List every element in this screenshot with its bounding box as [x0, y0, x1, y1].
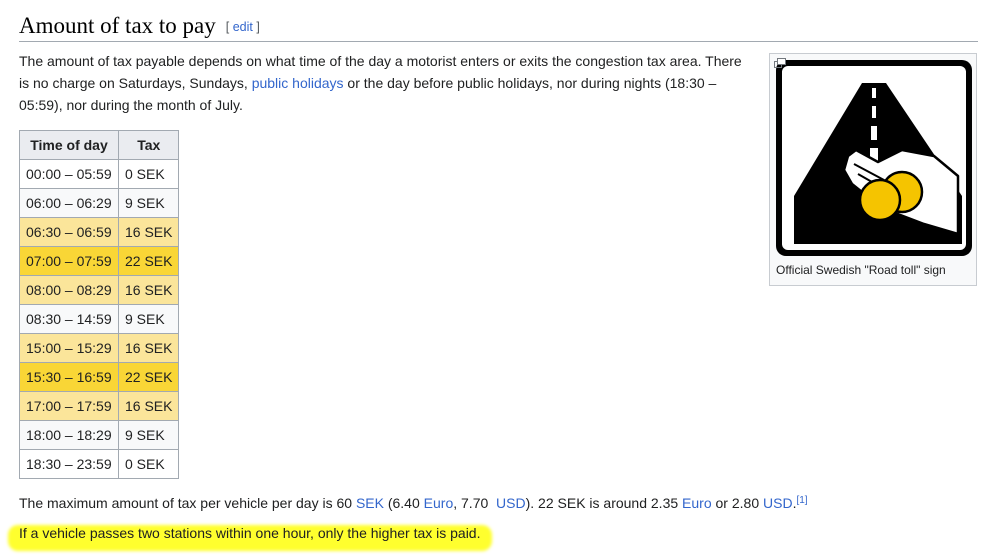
- table-row: 08:30 – 14:59 9 SEK: [19, 304, 180, 334]
- section-heading: Amount of tax to pay [ edit ]: [19, 12, 978, 42]
- tax-cell: 16 SEK: [117, 275, 180, 305]
- edit-link[interactable]: edit: [233, 20, 253, 34]
- max-tax-paragraph: The maximum amount of tax per vehicle pe…: [19, 492, 969, 514]
- euro-link[interactable]: Euro: [424, 495, 454, 511]
- table-row: 17:00 – 17:59 16 SEK: [19, 391, 180, 421]
- time-cell: 15:00 – 15:29: [19, 333, 119, 363]
- road-toll-figure: Official Swedish "Road toll" sign: [769, 53, 977, 286]
- time-cell: 00:00 – 05:59: [19, 159, 119, 189]
- reference-link[interactable]: [1]: [796, 495, 807, 506]
- table-row: 18:00 – 18:29 9 SEK: [19, 420, 180, 450]
- euro-link-2[interactable]: Euro: [682, 495, 712, 511]
- table-row: 06:00 – 06:29 9 SEK: [19, 188, 180, 218]
- time-cell: 15:30 – 16:59: [19, 362, 119, 392]
- para2-text: (6.40: [383, 495, 424, 511]
- time-cell: 06:30 – 06:59: [19, 217, 119, 247]
- time-cell: 07:00 – 07:59: [19, 246, 119, 276]
- intro-paragraph: The amount of tax payable depends on wha…: [19, 50, 747, 116]
- tax-cell: 9 SEK: [117, 304, 180, 334]
- time-cell: 18:00 – 18:29: [19, 420, 119, 450]
- tax-cell: 16 SEK: [117, 217, 180, 247]
- sek-link[interactable]: SEK: [356, 495, 384, 511]
- time-cell: 18:30 – 23:59: [19, 449, 119, 479]
- tax-cell: 16 SEK: [117, 333, 180, 363]
- enlarge-icon[interactable]: [774, 58, 786, 68]
- edit-bracket-close: ]: [252, 20, 260, 34]
- time-cell: 08:30 – 14:59: [19, 304, 119, 334]
- para2-text: or 2.80: [711, 495, 763, 511]
- table-row: 06:30 – 06:59 16 SEK: [19, 217, 180, 247]
- tax-cell: 9 SEK: [117, 188, 180, 218]
- table-header-row: Time of day Tax: [19, 130, 180, 160]
- table-row: 00:00 – 05:59 0 SEK: [19, 159, 180, 189]
- higher-tax-paragraph: If a vehicle passes two stations within …: [19, 525, 481, 541]
- figure-caption: Official Swedish "Road toll" sign: [776, 263, 946, 277]
- table-row: 15:30 – 16:59 22 SEK: [19, 362, 180, 392]
- usd-link[interactable]: USD: [496, 495, 526, 511]
- tax-cell: 22 SEK: [117, 246, 180, 276]
- tax-cell: 0 SEK: [117, 449, 180, 479]
- section-title: Amount of tax to pay: [19, 13, 216, 38]
- table-row: 18:30 – 23:59 0 SEK: [19, 449, 180, 479]
- tax-cell: 0 SEK: [117, 159, 180, 189]
- header-tax: Tax: [117, 130, 180, 160]
- time-cell: 17:00 – 17:59: [19, 391, 119, 421]
- public-holidays-link[interactable]: public holidays: [252, 75, 344, 91]
- table-row: 07:00 – 07:59 22 SEK: [19, 246, 180, 276]
- edit-section: [ edit ]: [226, 20, 260, 34]
- tax-cell: 16 SEK: [117, 391, 180, 421]
- tax-cell: 9 SEK: [117, 420, 180, 450]
- header-time-of-day: Time of day: [19, 130, 119, 160]
- para2-text: ). 22 SEK is around 2.35: [525, 495, 683, 511]
- para2-text: , 7.70: [453, 495, 497, 511]
- tax-cell: 22 SEK: [117, 362, 180, 392]
- table-row: 08:00 – 08:29 16 SEK: [19, 275, 180, 305]
- road-toll-sign-icon[interactable]: [774, 58, 974, 258]
- tax-table: Time of day Tax 00:00 – 05:59 0 SEK 06:00…: [19, 130, 180, 479]
- table-row: 15:00 – 15:29 16 SEK: [19, 333, 180, 363]
- para2-text: The maximum amount of tax per vehicle pe…: [19, 495, 356, 511]
- time-cell: 06:00 – 06:29: [19, 188, 119, 218]
- usd-link-2[interactable]: USD: [763, 495, 793, 511]
- time-cell: 08:00 – 08:29: [19, 275, 119, 305]
- edit-bracket-open: [: [225, 20, 233, 34]
